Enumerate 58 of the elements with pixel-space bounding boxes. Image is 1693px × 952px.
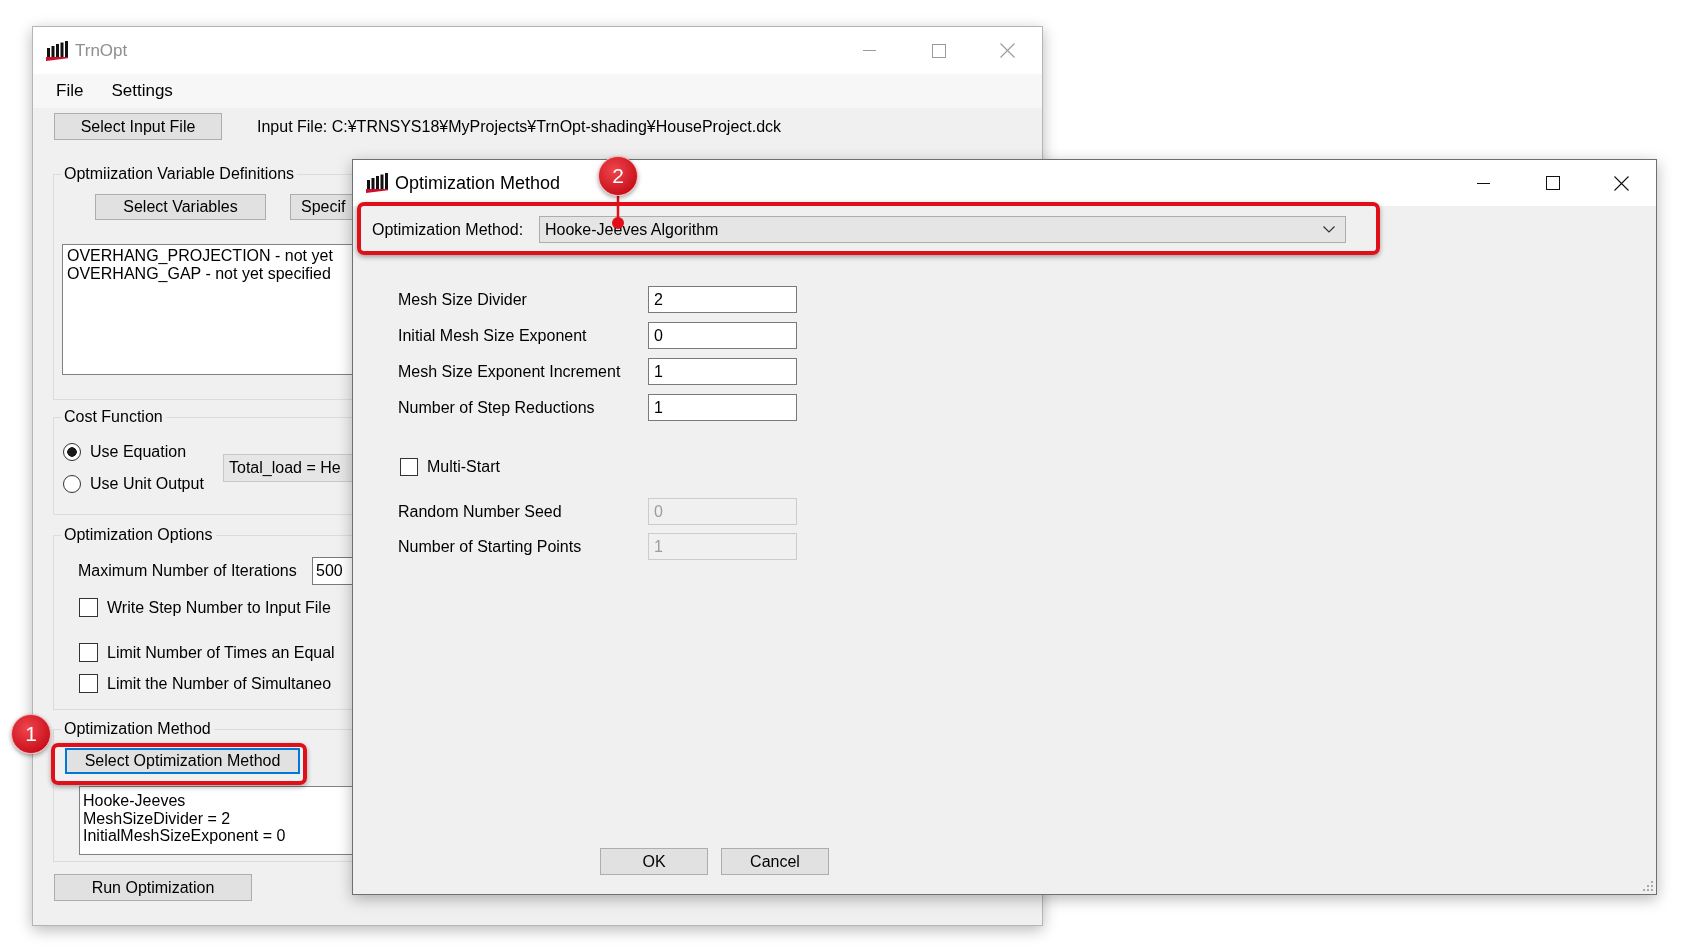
bars-logo-icon [366, 173, 388, 193]
parameter-label: Number of Step Reductions [398, 398, 596, 417]
checkbox-label: Write Step Number to Input File [107, 598, 331, 617]
parameter-label: Number of Starting Points [398, 537, 583, 556]
maximize-icon[interactable] [1545, 176, 1560, 190]
radio-label: Use Unit Output [90, 475, 204, 493]
cancel-button[interactable]: Cancel [721, 848, 829, 875]
minimize-icon[interactable] [1477, 182, 1490, 184]
radio-label: Use Equation [90, 443, 187, 461]
group-label: Optimization Method [63, 719, 212, 739]
method-summary-box[interactable]: Hooke-Jeeves MeshSizeDivider = 2 InitialMeshSizeExponent = 0 [79, 786, 352, 855]
method-dropdown[interactable]: Hooke-Jeeves Algorithm [539, 216, 1346, 243]
group-label: Optmiization Variable Definitions [63, 164, 296, 184]
parameter-label: Mesh Size Exponent Increment [398, 362, 622, 381]
run-optimization-button[interactable]: Run Optimization [54, 874, 252, 901]
parameter-field[interactable]: 1 [648, 394, 797, 421]
group-label: Optimization Options [63, 525, 214, 545]
parameter-label: Mesh Size Divider [398, 290, 528, 309]
checkbox-label: Limit Number of Times an Equal [107, 643, 335, 662]
summary-line: MeshSizeDivider = 2 [83, 809, 232, 827]
radio-button[interactable] [63, 443, 81, 461]
field-label: Optimization Method: [372, 220, 525, 239]
dialog-title: Optimization Method [395, 172, 561, 194]
parameter-field[interactable]: 1 [648, 358, 797, 385]
select-input-file-button[interactable]: Select Input File [54, 113, 222, 140]
resize-grip-icon[interactable] [1643, 881, 1653, 891]
checkbox[interactable] [79, 674, 98, 693]
select-optimization-method-button[interactable]: Select Optimization Method [65, 748, 300, 774]
variable-line: OVERHANG_PROJECTION - not yet [67, 247, 334, 265]
checkbox[interactable] [79, 643, 98, 662]
parameter-field[interactable]: 2 [648, 286, 797, 313]
bars-logo-icon [46, 40, 68, 61]
input-file-path: Input File: C:¥TRNSYS18¥MyProjects¥TrnOpt-shading¥HouseProject.dck [257, 117, 782, 136]
equation-field[interactable]: Total_load = He [223, 454, 352, 482]
partly-hidden-button[interactable]: Specif [290, 194, 352, 220]
summary-line: Hooke-Jeeves [83, 792, 187, 810]
select-variables-button[interactable]: Select Variables [95, 194, 266, 220]
parameter-label: Initial Mesh Size Exponent [398, 326, 588, 345]
radio-button[interactable] [63, 475, 81, 493]
step-badge: 1 [11, 714, 51, 754]
group-label: Cost Function [63, 407, 164, 427]
parameter-label: Random Number Seed [398, 502, 563, 521]
menu-item[interactable]: Settings [97, 79, 187, 103]
close-icon[interactable] [1614, 175, 1629, 191]
checkbox[interactable] [400, 458, 418, 476]
iterations-field[interactable]: 500 [312, 557, 352, 585]
window-title: TrnOpt [75, 40, 128, 61]
checkbox-label: Multi-Start [427, 458, 500, 476]
ok-button[interactable]: OK [600, 848, 708, 875]
chevron-down-icon [1323, 226, 1335, 233]
menu-item[interactable]: File [42, 79, 98, 103]
checkbox[interactable] [79, 598, 98, 617]
summary-line: InitialMeshSizeExponent = 0 [83, 827, 287, 845]
variables-text-box[interactable]: OVERHANG_PROJECTION - not yet OVERHANG_GAP - not yet specified [62, 244, 352, 375]
checkbox-label: Limit the Number of Simultaneo [107, 674, 332, 693]
parameter-field[interactable]: 0 [648, 322, 797, 349]
field-label: Maximum Number of Iterations [78, 562, 298, 580]
variable-line: OVERHANG_GAP - not yet specified [67, 265, 332, 283]
